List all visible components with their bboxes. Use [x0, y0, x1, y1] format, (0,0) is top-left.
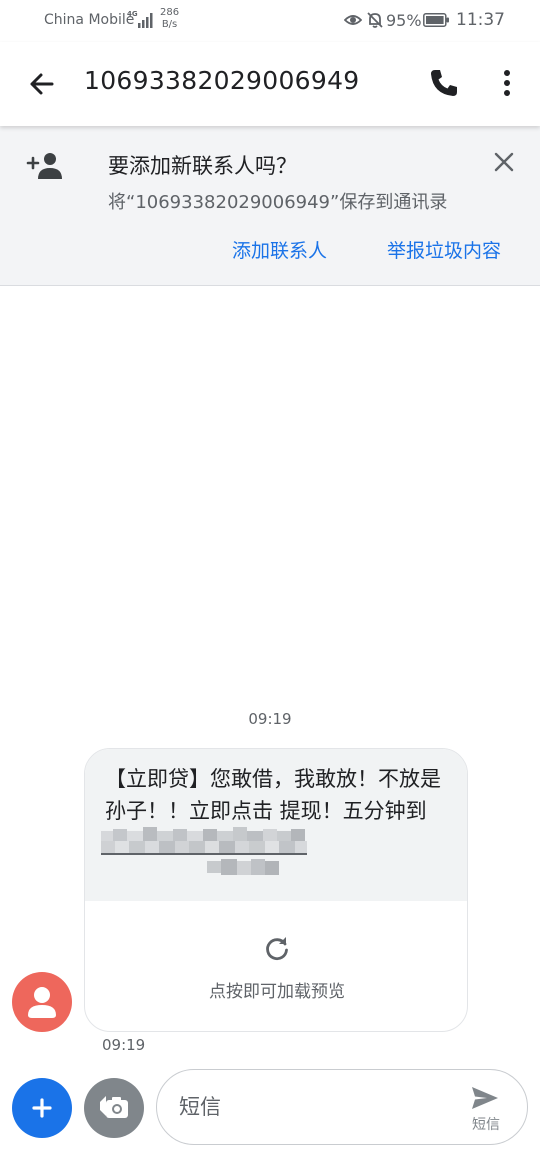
- app-bar: 10693382029006949: [0, 42, 540, 126]
- eye-comfort-icon: [344, 15, 362, 25]
- banner-title: 要添加新联系人吗？: [108, 154, 297, 178]
- clock: 11:37: [456, 10, 505, 30]
- reload-icon[interactable]: [263, 935, 291, 963]
- plus-icon: [32, 1098, 52, 1118]
- message-timestamp: 09:19: [248, 710, 292, 728]
- compose-bar: 短信: [156, 1069, 528, 1145]
- person-icon: [28, 987, 56, 1018]
- load-preview-label[interactable]: 点按即可加载预览: [85, 977, 467, 1002]
- bell-off-icon: [367, 12, 383, 28]
- status-bar: China Mobile 4G 286 B/s 95% 11:37: [0, 0, 540, 42]
- sender-avatar[interactable]: [12, 972, 72, 1032]
- send-sms-button[interactable]: 短信: [459, 1082, 513, 1136]
- camera-gallery-icon: [100, 1096, 128, 1118]
- report-spam-button[interactable]: 举报垃圾内容: [387, 236, 501, 263]
- add-attachment-button[interactable]: [12, 1078, 72, 1138]
- send-label: 短信: [472, 1117, 500, 1133]
- banner-subtitle: 将“10693382029006949”保存到通讯录: [108, 192, 448, 213]
- redacted-link: [101, 827, 307, 875]
- message-sent-time: 09:19: [102, 1036, 146, 1054]
- speed-unit: B/s: [161, 19, 178, 30]
- battery-icon: [423, 13, 449, 27]
- gallery-camera-button[interactable]: [84, 1078, 144, 1138]
- send-icon: [472, 1087, 498, 1109]
- add-contact-banner: 要添加新联系人吗？ 将“10693382029006949”保存到通讯录 添加联…: [0, 126, 540, 286]
- back-arrow-icon[interactable]: [24, 66, 60, 102]
- more-options-icon[interactable]: [494, 66, 520, 100]
- network-speed: 286 B/s: [160, 7, 179, 31]
- carrier-name: China Mobile: [44, 12, 135, 28]
- message-bubble[interactable]: 【立即贷】您敢借，我敢放！不放是孙子！！立即点击 提现！五分钟到账！退订T: [84, 748, 468, 1032]
- speed-value: 286: [160, 7, 180, 18]
- signal-icon: [138, 13, 153, 28]
- battery-percentage: 95%: [386, 11, 422, 30]
- add-contact-button[interactable]: 添加联系人: [232, 236, 327, 263]
- phone-call-icon[interactable]: [427, 66, 461, 100]
- conversation-title: 10693382029006949: [84, 66, 360, 95]
- close-icon[interactable]: [490, 148, 518, 176]
- message-text-area: 【立即贷】您敢借，我敢放！不放是孙子！！立即点击 提现！五分钟到账！退订T: [85, 749, 467, 901]
- message-input[interactable]: [179, 1092, 449, 1122]
- add-person-icon: [26, 153, 62, 179]
